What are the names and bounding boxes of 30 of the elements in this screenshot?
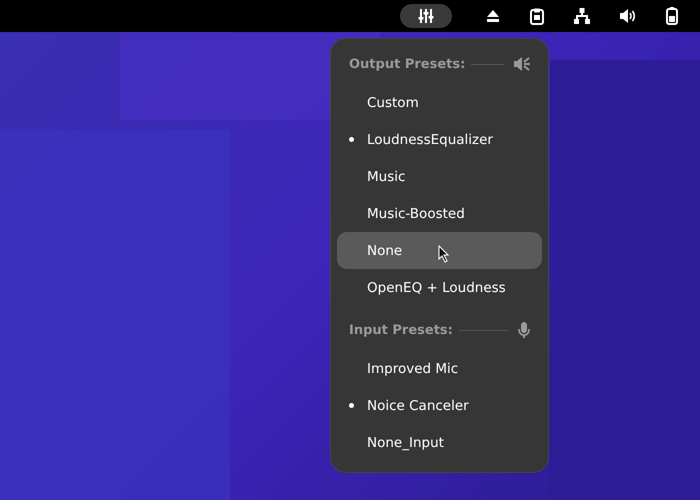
section-heading: Output Presets: bbox=[349, 56, 466, 72]
microphone-icon bbox=[518, 322, 530, 338]
speaker-icon bbox=[514, 56, 530, 72]
item-label: Music-Boosted bbox=[367, 206, 465, 222]
menu-item[interactable]: Custom bbox=[337, 84, 542, 121]
volume-icon bbox=[620, 9, 636, 23]
network-icon bbox=[574, 8, 590, 24]
item-label: Noice Canceler bbox=[367, 398, 469, 414]
item-label: Improved Mic bbox=[367, 360, 458, 376]
item-label: OpenEQ + Loudness bbox=[367, 280, 506, 296]
battery-icon bbox=[666, 7, 678, 25]
sliders-icon bbox=[418, 8, 434, 24]
item-label: None_Input bbox=[367, 434, 444, 450]
menu-item[interactable]: None bbox=[337, 232, 542, 269]
clipboard-icon bbox=[530, 8, 544, 24]
menu-item[interactable]: OpenEQ + Loudness bbox=[337, 269, 542, 306]
item-label: Music bbox=[367, 168, 406, 184]
item-label: LoudnessEqualizer bbox=[367, 132, 493, 148]
menu-item[interactable]: Improved Mic bbox=[337, 350, 542, 387]
menu-item[interactable]: None_Input bbox=[337, 424, 542, 461]
sliders-indicator[interactable] bbox=[400, 4, 452, 28]
item-label: None bbox=[367, 242, 402, 258]
menu-item[interactable]: Music-Boosted bbox=[337, 195, 542, 232]
menu-item[interactable]: LoudnessEqualizer bbox=[337, 121, 542, 158]
menu-item[interactable]: Noice Canceler bbox=[337, 387, 542, 424]
pointer-icon bbox=[438, 245, 450, 263]
section-heading: Input Presets: bbox=[349, 322, 453, 338]
eject-icon bbox=[486, 9, 500, 23]
item-label: Custom bbox=[367, 94, 419, 110]
menu-item[interactable]: Music bbox=[337, 158, 542, 195]
